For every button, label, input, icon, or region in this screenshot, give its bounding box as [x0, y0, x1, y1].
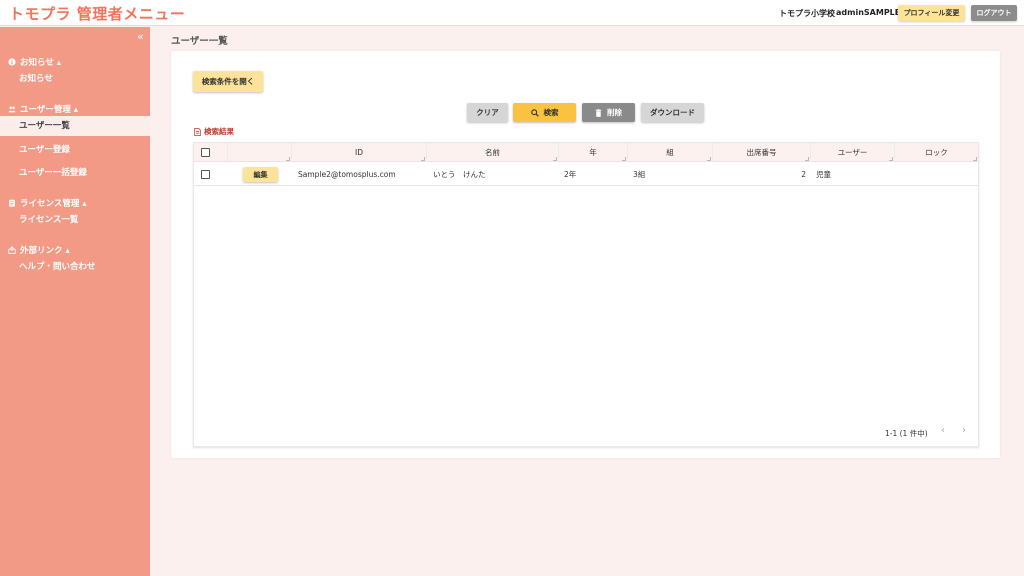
sidebar-section-external-links[interactable]: 外部リンク ▴: [8, 244, 70, 256]
users-icon: [8, 106, 16, 113]
header-select-cell: [194, 143, 228, 162]
column-header-name[interactable]: 名前: [427, 143, 559, 162]
column-resize-handle[interactable]: [805, 157, 809, 161]
table-header: ID 名前 年 組 出席番号 ユーザー ロック: [194, 143, 978, 162]
open-search-conditions-button[interactable]: 検索条件を開く: [193, 71, 263, 92]
sidebar-item-user-list[interactable]: ユーザー一覧: [0, 116, 150, 136]
column-resize-handle[interactable]: [421, 157, 425, 161]
search-icon: [530, 108, 539, 117]
column-header-label: 名前: [485, 148, 500, 157]
sidebar-item-notice[interactable]: お知らせ: [0, 69, 150, 89]
profile-button[interactable]: プロフィール変更: [898, 5, 965, 21]
cell-user-type: 児童: [816, 170, 831, 179]
sidebar-section-label: ユーザー管理 ▴: [20, 105, 79, 115]
column-header-id[interactable]: ID: [292, 143, 427, 162]
sidebar-section-label: 外部リンク ▴: [20, 246, 70, 256]
column-header-label: ロック: [925, 148, 948, 157]
column-header-label: 出席番号: [746, 148, 777, 157]
download-label: ダウンロード: [650, 108, 695, 117]
info-icon: [8, 58, 16, 66]
sidebar-item-user-register[interactable]: ユーザー登録: [0, 140, 150, 160]
sidebar: « お知らせ ▴ お知らせ ユーザー管理 ▴ ユーザー一覧 ユーザー登録 ユーザ…: [0, 27, 150, 576]
app-logo[interactable]: トモプラ 管理者メニュー: [9, 3, 185, 24]
column-resize-handle[interactable]: [889, 157, 893, 161]
column-header-grade[interactable]: 年: [559, 143, 628, 162]
document-icon: [194, 127, 201, 136]
sidebar-item-help-contact[interactable]: ヘルプ・問い合わせ: [0, 257, 150, 277]
admin-user-name: adminSAMPLE: [836, 8, 901, 17]
license-icon: [9, 199, 15, 207]
page-title: ユーザー一覧: [171, 36, 228, 47]
search-label: 検索: [543, 108, 559, 117]
collapse-sidebar-icon[interactable]: «: [137, 30, 144, 43]
trash-icon: [595, 108, 602, 117]
delete-button[interactable]: 削除: [582, 103, 635, 122]
sidebar-section-label: お知らせ ▴: [20, 58, 62, 68]
edit-button[interactable]: 編集: [243, 167, 278, 182]
select-all-checkbox[interactable]: [201, 148, 210, 157]
search-result-text: 検索結果: [204, 127, 234, 136]
app-header: トモプラ 管理者メニュー トモプラ小学校 adminSAMPLE プロフィール変…: [0, 0, 1024, 26]
search-button[interactable]: 検索: [513, 103, 576, 122]
column-resize-handle[interactable]: [973, 157, 977, 161]
column-header-label: ユーザー: [837, 148, 868, 157]
column-header-lock[interactable]: ロック: [895, 143, 978, 162]
header-edit-cell: [228, 143, 292, 162]
next-page-icon[interactable]: ›: [962, 425, 966, 436]
cell-attendance-number: 2: [801, 170, 806, 179]
delete-label: 削除: [607, 108, 622, 117]
cell-grade: 2年: [564, 170, 577, 179]
column-header-attendance-number[interactable]: 出席番号: [713, 143, 811, 162]
sidebar-item-user-bulk-register[interactable]: ユーザー一括登録: [0, 163, 150, 183]
column-resize-handle[interactable]: [286, 157, 290, 161]
column-resize-handle[interactable]: [707, 157, 711, 161]
external-link-icon: [8, 246, 16, 254]
column-header-label: ID: [355, 148, 363, 157]
cell-name: いとう けんた: [433, 170, 486, 179]
clear-label: クリア: [476, 108, 499, 117]
cell-class: 3組: [633, 170, 646, 179]
pagination-summary: 1-1 (1 件中): [885, 429, 928, 438]
column-resize-handle[interactable]: [553, 157, 557, 161]
row-select-checkbox[interactable]: [201, 170, 210, 179]
school-name: トモプラ小学校: [779, 9, 835, 18]
download-button[interactable]: ダウンロード: [641, 103, 704, 122]
table-row[interactable]: 編集 Sample2@tomosplus.com いとう けんた 2年 3組 2…: [194, 163, 978, 186]
search-result-label: 検索結果: [194, 126, 234, 137]
prev-page-icon[interactable]: ‹: [941, 425, 945, 436]
sidebar-item-license-list[interactable]: ライセンス一覧: [0, 210, 150, 230]
column-header-label: 年: [589, 148, 597, 157]
user-table: ID 名前 年 組 出席番号 ユーザー ロック 編集 Sample2@tomos…: [193, 142, 979, 447]
column-resize-handle[interactable]: [622, 157, 626, 161]
column-header-class[interactable]: 組: [628, 143, 713, 162]
cell-id: Sample2@tomosplus.com: [298, 170, 396, 179]
logout-button[interactable]: ログアウト: [971, 5, 1017, 21]
sidebar-section-label: ライセンス管理 ▴: [20, 199, 87, 209]
sidebar-section-user-management[interactable]: ユーザー管理 ▴: [8, 103, 78, 115]
clear-button[interactable]: クリア: [467, 103, 508, 122]
open-search-label: 検索条件を開く: [201, 77, 255, 86]
sidebar-section-license-management[interactable]: ライセンス管理 ▴: [8, 197, 87, 209]
column-header-user-type[interactable]: ユーザー: [811, 143, 895, 162]
sidebar-section-notice[interactable]: お知らせ ▴: [8, 56, 61, 68]
column-header-label: 組: [666, 148, 674, 157]
